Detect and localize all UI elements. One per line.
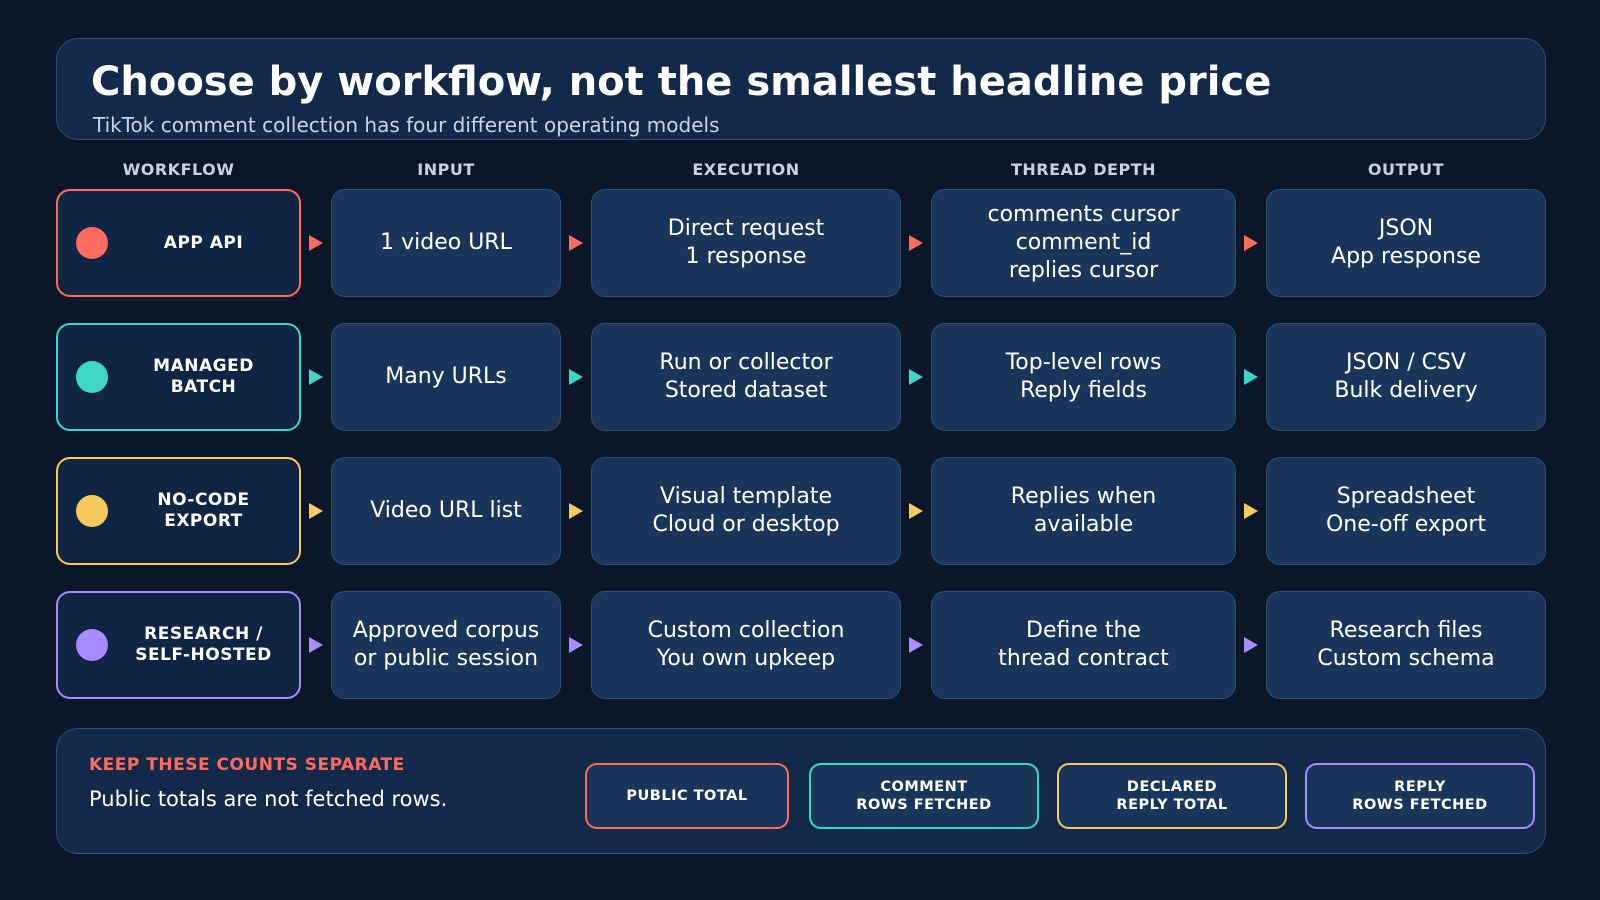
column-header-execution: EXECUTION (692, 160, 800, 179)
arrow-right-icon (909, 369, 923, 385)
workflow-dot-icon (76, 495, 108, 527)
workflow-label: RESEARCH / SELF-HOSTED (135, 624, 272, 665)
footer-panel: KEEP THESE COUNTS SEPARATE Public totals… (56, 728, 1546, 854)
output-card-research-self-hosted: Research files Custom schema (1266, 591, 1546, 699)
footer-title: KEEP THESE COUNTS SEPARATE (89, 755, 405, 775)
arrow-right-icon (909, 235, 923, 251)
footer-note: Public totals are not fetched rows. (89, 787, 448, 811)
column-header-output: OUTPUT (1367, 160, 1445, 179)
input-card-no-code-export: Video URL list (331, 457, 561, 565)
arrow-right-icon (569, 235, 583, 251)
workflow-dot-icon (76, 361, 108, 393)
count-pill-public-total: PUBLIC TOTAL (585, 763, 789, 829)
count-pill-comment-rows-fetched: COMMENT ROWS FETCHED (809, 763, 1039, 829)
arrow-right-icon (569, 637, 583, 653)
output-card-app-api: JSON App response (1266, 189, 1546, 297)
execution-card-app-api: Direct request 1 response (591, 189, 901, 297)
arrow-right-icon (909, 637, 923, 653)
arrow-right-icon (309, 637, 323, 653)
arrow-right-icon (1244, 369, 1258, 385)
workflow-card-managed-batch: MANAGED BATCH (56, 323, 301, 431)
arrow-right-icon (569, 503, 583, 519)
thread-depth-card-research-self-hosted: Define the thread contract (931, 591, 1236, 699)
count-pill-reply-rows-fetched: REPLY ROWS FETCHED (1305, 763, 1535, 829)
workflow-label: NO-CODE EXPORT (157, 490, 250, 531)
page-title: Choose by workflow, not the smallest hea… (91, 59, 1272, 105)
workflow-label: APP API (163, 232, 244, 253)
workflow-card-research-self-hosted: RESEARCH / SELF-HOSTED (56, 591, 301, 699)
arrow-right-icon (309, 235, 323, 251)
thread-depth-card-managed-batch: Top-level rows Reply fields (931, 323, 1236, 431)
arrow-right-icon (309, 503, 323, 519)
column-header-input: INPUT (417, 160, 475, 179)
execution-card-no-code-export: Visual template Cloud or desktop (591, 457, 901, 565)
thread-depth-card-no-code-export: Replies when available (931, 457, 1236, 565)
workflow-label: MANAGED BATCH (153, 356, 254, 397)
header-panel: Choose by workflow, not the smallest hea… (56, 38, 1546, 140)
page-subtitle: TikTok comment collection has four diffe… (93, 113, 720, 137)
arrow-right-icon (1244, 503, 1258, 519)
column-header-workflow: WORKFLOW (122, 160, 235, 179)
arrow-right-icon (1244, 637, 1258, 653)
workflow-dot-icon (76, 227, 108, 259)
execution-card-research-self-hosted: Custom collection You own upkeep (591, 591, 901, 699)
workflow-card-no-code-export: NO-CODE EXPORT (56, 457, 301, 565)
output-card-managed-batch: JSON / CSV Bulk delivery (1266, 323, 1546, 431)
column-header-thread-depth: THREAD DEPTH (1010, 160, 1157, 179)
arrow-right-icon (909, 503, 923, 519)
count-pill-declared-reply-total: DECLARED REPLY TOTAL (1057, 763, 1287, 829)
workflow-dot-icon (76, 629, 108, 661)
input-card-managed-batch: Many URLs (331, 323, 561, 431)
arrow-right-icon (1244, 235, 1258, 251)
workflow-card-app-api: APP API (56, 189, 301, 297)
thread-depth-card-app-api: comments cursor comment_id replies curso… (931, 189, 1236, 297)
input-card-app-api: 1 video URL (331, 189, 561, 297)
input-card-research-self-hosted: Approved corpus or public session (331, 591, 561, 699)
arrow-right-icon (569, 369, 583, 385)
arrow-right-icon (309, 369, 323, 385)
output-card-no-code-export: Spreadsheet One-off export (1266, 457, 1546, 565)
execution-card-managed-batch: Run or collector Stored dataset (591, 323, 901, 431)
